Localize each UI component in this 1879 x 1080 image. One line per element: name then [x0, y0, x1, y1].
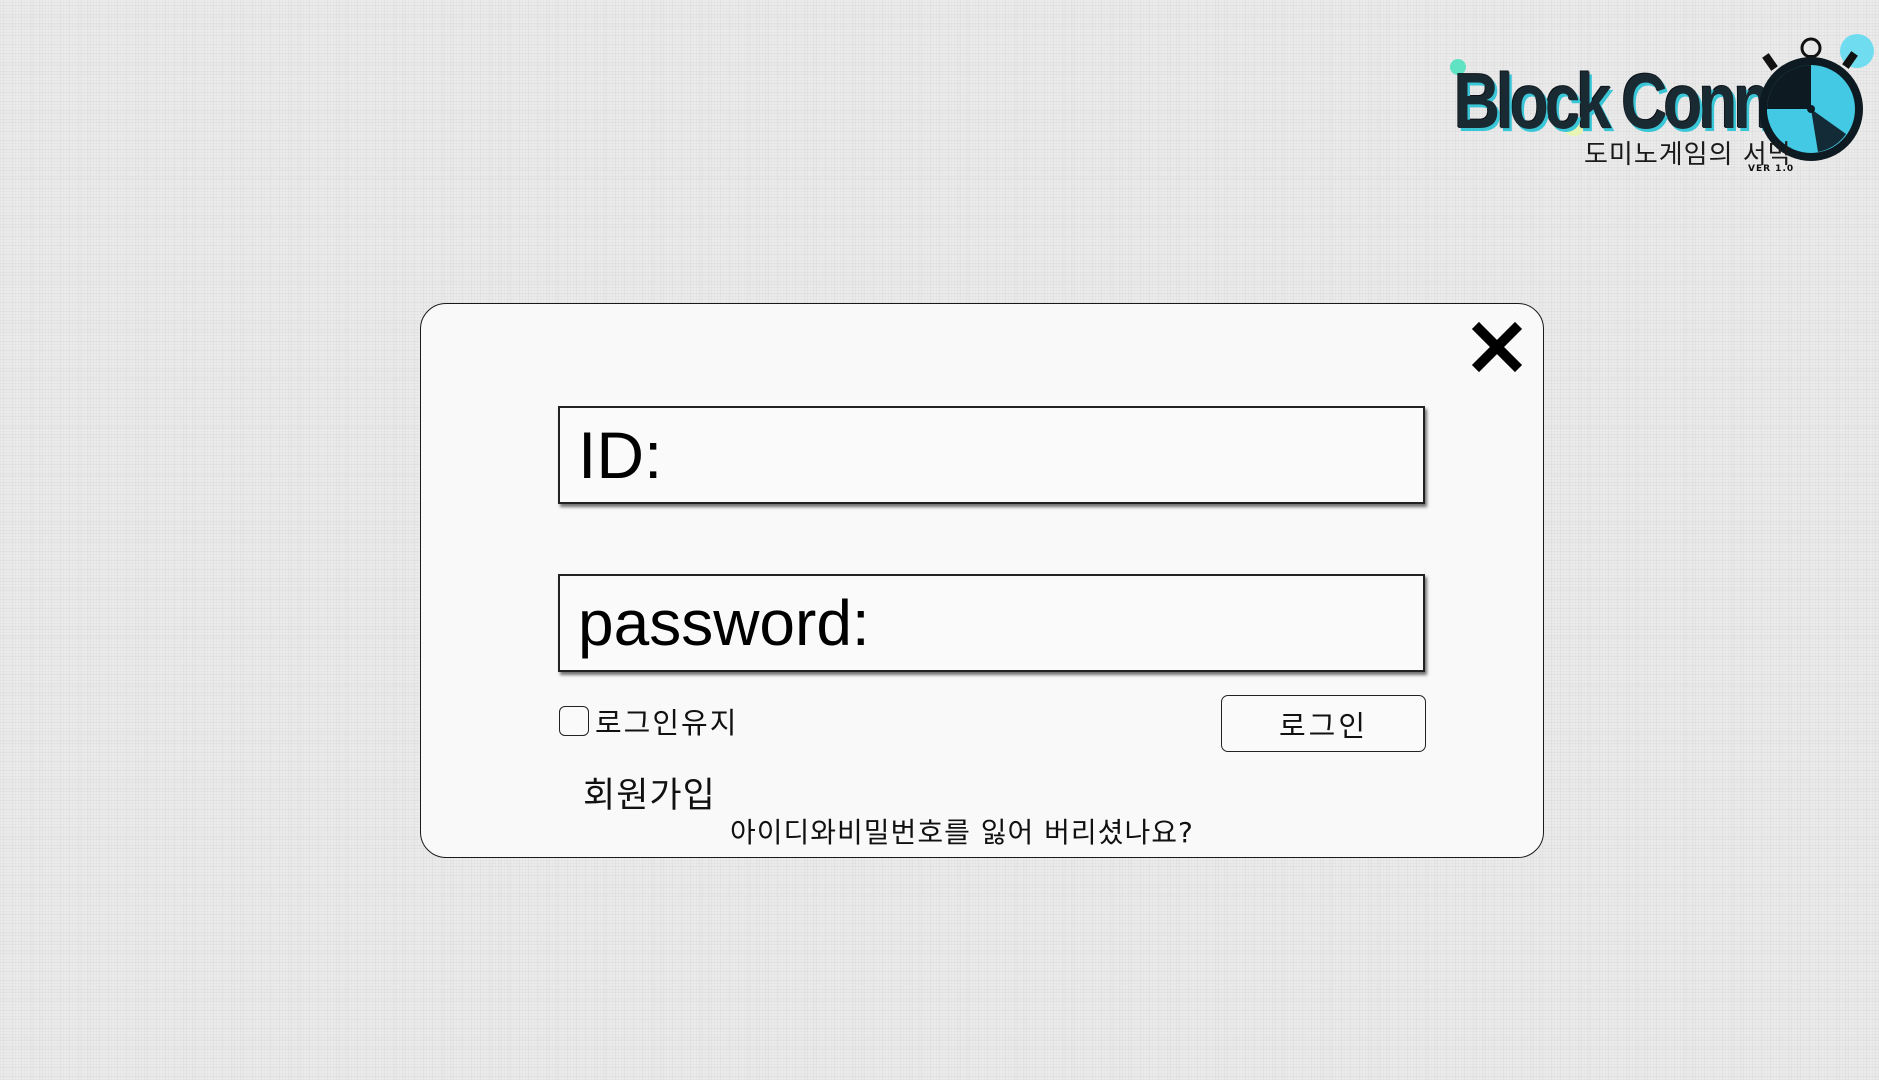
password-field[interactable]: password:	[558, 574, 1503, 672]
signup-link[interactable]: 회원가입	[583, 767, 716, 818]
app-logo: Block Connect 도미노게임의 서막 VER 1.0	[1440, 14, 1879, 174]
forgot-credentials-link[interactable]: 아이디와비밀번호를 잃어 버리셨나요?	[730, 811, 1194, 851]
remember-login-label: 로그인유지	[595, 706, 739, 740]
remember-login-checkbox[interactable]: 로그인유지	[559, 700, 738, 742]
checkbox-box[interactable]	[559, 706, 589, 736]
password-input[interactable]	[869, 584, 1503, 662]
password-field-label: password:	[578, 587, 870, 659]
close-button[interactable]	[1470, 320, 1524, 374]
close-icon	[1471, 321, 1523, 373]
logo-version: VER 1.0	[1748, 164, 1795, 174]
id-field-label: ID:	[578, 418, 663, 492]
id-input[interactable]	[662, 416, 1423, 494]
login-button-label: 로그인	[1278, 708, 1369, 743]
id-field[interactable]: ID:	[558, 406, 1425, 504]
login-button[interactable]: 로그인	[1221, 695, 1426, 752]
login-dialog: ID: password: 로그인유지 로그인 회원가입 아이디와비밀번호를 잃…	[420, 303, 1544, 858]
